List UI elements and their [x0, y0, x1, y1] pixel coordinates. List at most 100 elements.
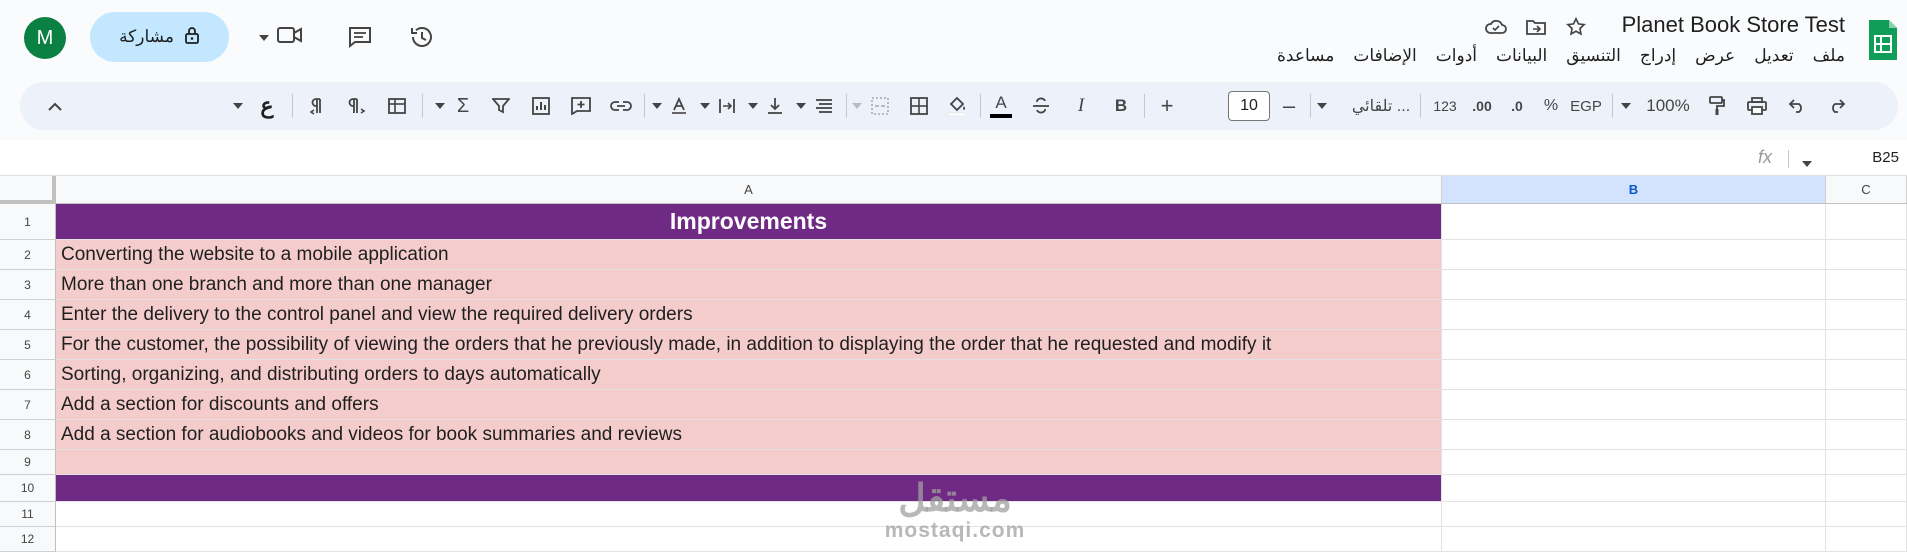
table-cell[interactable] — [1442, 502, 1826, 527]
font-size-input[interactable]: 10 — [1228, 91, 1270, 121]
table-cell[interactable]: Enter the delivery to the control panel … — [56, 300, 1442, 330]
text-direction-ltr-icon[interactable] — [342, 82, 372, 130]
share-button[interactable]: مشاركة — [90, 12, 229, 62]
decrease-decimal-button[interactable]: .0 — [1502, 82, 1532, 130]
number-format-button[interactable]: 123 — [1426, 82, 1464, 130]
meet-button[interactable] — [253, 20, 309, 54]
column-header-c[interactable]: C — [1826, 176, 1907, 204]
table-cell[interactable] — [1826, 527, 1907, 552]
input-tools-dropdown[interactable] — [230, 82, 246, 130]
table-cell[interactable] — [1442, 270, 1826, 300]
table-cell[interactable] — [1442, 360, 1826, 390]
row-header[interactable]: 4 — [0, 300, 56, 330]
row-header[interactable]: 5 — [0, 330, 56, 360]
table-cell[interactable] — [1826, 240, 1907, 270]
paint-format-icon[interactable] — [1702, 82, 1732, 130]
menu-tools[interactable]: أدوات — [1436, 46, 1477, 66]
table-cell[interactable] — [1826, 502, 1907, 527]
table-cell[interactable] — [1826, 420, 1907, 450]
table-cell[interactable] — [1442, 330, 1826, 360]
text-direction-rtl-icon[interactable] — [302, 82, 332, 130]
table-cell[interactable] — [1826, 475, 1907, 502]
text-wrap-icon[interactable] — [714, 82, 740, 130]
pivot-table-icon[interactable] — [382, 82, 412, 130]
undo-icon[interactable] — [1782, 82, 1812, 130]
table-cell[interactable] — [1442, 450, 1826, 475]
collapse-toolbar-button[interactable] — [40, 82, 70, 130]
avatar[interactable]: M — [24, 17, 66, 59]
comment-add-icon[interactable] — [566, 82, 596, 130]
row-header[interactable]: 1 — [0, 204, 56, 240]
header-cell[interactable]: Improvements — [56, 204, 1442, 240]
table-cell[interactable] — [1442, 390, 1826, 420]
menu-extensions[interactable]: الإضافات — [1353, 46, 1416, 66]
table-cell[interactable]: More than one branch and more than one m… — [56, 270, 1442, 300]
percent-format-button[interactable]: % — [1536, 82, 1566, 130]
row-header[interactable]: 8 — [0, 420, 56, 450]
chart-icon[interactable] — [526, 82, 556, 130]
table-cell[interactable]: Converting the website to a mobile appli… — [56, 240, 1442, 270]
merge-cells-icon[interactable] — [866, 82, 894, 130]
document-title[interactable]: Planet Book Store Test — [1622, 12, 1845, 38]
text-rotation-icon[interactable] — [666, 82, 692, 130]
row-header[interactable]: 10 — [0, 475, 56, 502]
row-header[interactable]: 3 — [0, 270, 56, 300]
column-header-a[interactable]: A — [56, 176, 1442, 204]
menu-view[interactable]: عرض — [1695, 46, 1735, 66]
currency-format-button[interactable]: EGP — [1566, 82, 1606, 130]
table-cell[interactable] — [56, 502, 1442, 527]
vertical-align-dropdown[interactable] — [746, 82, 760, 130]
row-header[interactable]: 7 — [0, 390, 56, 420]
menu-edit[interactable]: تعديل — [1754, 46, 1793, 66]
vertical-align-bottom-icon[interactable] — [762, 82, 788, 130]
functions-sigma-button[interactable]: Σ — [448, 82, 478, 130]
print-icon[interactable] — [1742, 82, 1772, 130]
row-header[interactable]: 9 — [0, 450, 56, 475]
table-cell[interactable] — [1442, 420, 1826, 450]
fill-color-icon[interactable] — [942, 82, 972, 130]
table-cell[interactable] — [1826, 300, 1907, 330]
table-cell[interactable] — [56, 527, 1442, 552]
redo-icon[interactable] — [1822, 82, 1852, 130]
horizontal-align-dropdown[interactable] — [794, 82, 808, 130]
name-box[interactable]: B25 — [1872, 149, 1899, 166]
menu-help[interactable]: مساعدة — [1277, 46, 1334, 66]
filter-icon[interactable] — [486, 82, 516, 130]
table-cell[interactable] — [1826, 450, 1907, 475]
text-rotation-dropdown[interactable] — [650, 82, 664, 130]
star-icon[interactable] — [1563, 14, 1589, 40]
table-cell[interactable] — [1442, 300, 1826, 330]
table-cell[interactable] — [1826, 270, 1907, 300]
strikethrough-icon[interactable] — [1026, 82, 1056, 130]
menu-format[interactable]: التنسيق — [1566, 46, 1621, 66]
merge-cells-dropdown[interactable] — [850, 82, 864, 130]
increase-font-size-button[interactable]: + — [1154, 82, 1180, 130]
functions-dropdown[interactable] — [432, 82, 448, 130]
link-icon[interactable] — [606, 82, 636, 130]
select-all-corner[interactable] — [0, 176, 56, 204]
column-header-b[interactable]: B — [1442, 176, 1826, 204]
italic-button[interactable]: I — [1066, 82, 1096, 130]
table-cell[interactable]: Add a section for discounts and offers — [56, 390, 1442, 420]
comments-icon[interactable] — [343, 20, 377, 54]
decrease-font-size-button[interactable]: – — [1276, 82, 1302, 130]
text-color-button[interactable]: A — [986, 82, 1016, 130]
table-cell[interactable] — [1826, 360, 1907, 390]
sheets-logo-icon[interactable] — [1867, 18, 1899, 62]
increase-decimal-button[interactable]: .00 — [1466, 82, 1498, 130]
cloud-status-icon[interactable] — [1483, 14, 1509, 40]
row-header[interactable]: 6 — [0, 360, 56, 390]
table-cell[interactable]: Sorting, organizing, and distributing or… — [56, 360, 1442, 390]
row-header[interactable]: 11 — [0, 502, 56, 527]
borders-icon[interactable] — [904, 82, 934, 130]
name-box-dropdown[interactable] — [1802, 154, 1812, 172]
menu-insert[interactable]: إدراج — [1640, 46, 1676, 66]
font-family-select[interactable]: تلقائي ... — [1336, 82, 1426, 130]
horizontal-align-icon[interactable] — [810, 82, 838, 130]
row-header[interactable]: 2 — [0, 240, 56, 270]
move-folder-icon[interactable] — [1523, 14, 1549, 40]
font-dropdown-arrow[interactable] — [1312, 82, 1332, 130]
input-tools-button[interactable]: ع — [252, 82, 282, 130]
menu-data[interactable]: البيانات — [1496, 46, 1547, 66]
table-cell[interactable] — [1442, 240, 1826, 270]
